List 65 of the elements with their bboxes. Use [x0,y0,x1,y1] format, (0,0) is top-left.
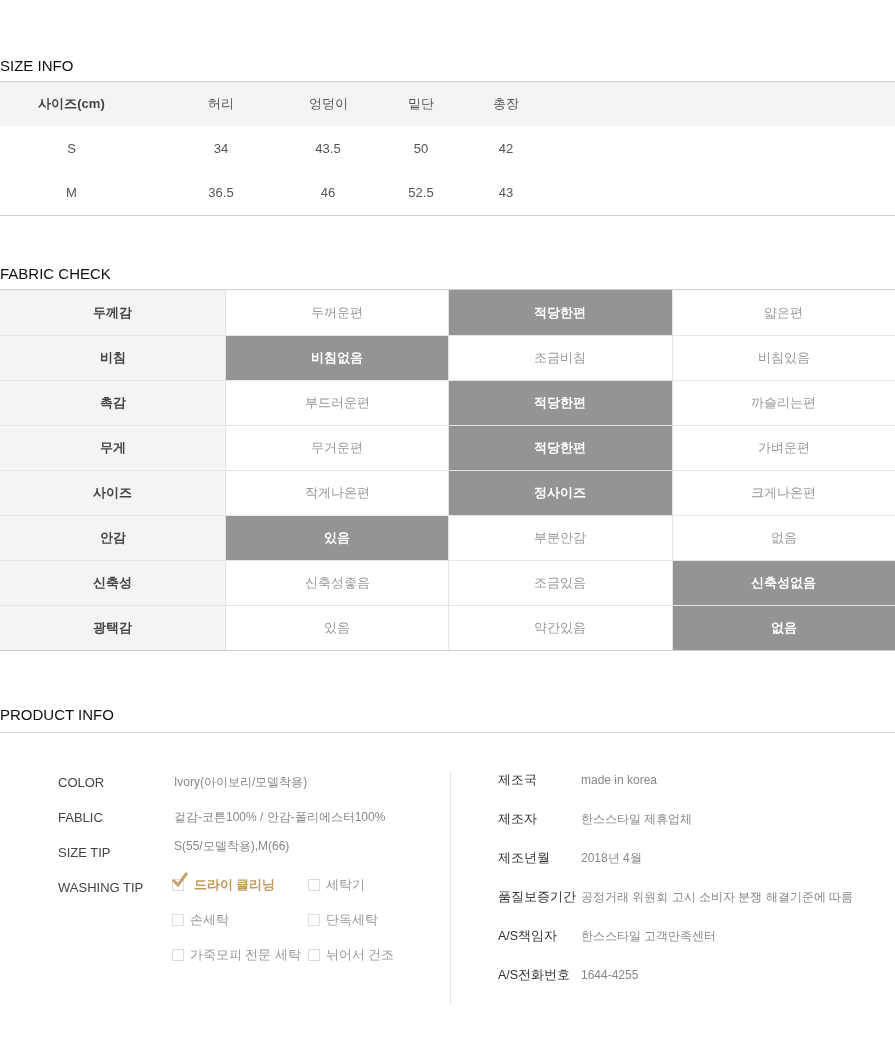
checkbox[interactable] [308,914,320,926]
option-cell: 있음 [225,516,449,560]
column-header: 밑단 [407,95,435,114]
detail-label: 품질보증기간 [498,889,577,906]
washing-option: 손세탁 [190,910,229,930]
washing-option: 뉘어서 건조 [326,945,395,965]
section-title: SIZE INFO [0,56,75,76]
detail-value: 공정거래 위원회 고시 소비자 분쟁 해결기준에 따름 [581,889,853,906]
detail-label: 제조년월 [498,850,551,867]
washing-option: 세탁기 [326,875,365,895]
checkbox[interactable] [172,914,184,926]
spec-value: Ivory(아이보리/모델착용) [174,774,308,791]
option-cell: 적당한편 [448,381,672,425]
spec-label: WASHING TIP [58,879,145,897]
option-cell: 정사이즈 [448,471,672,515]
detail-value: 한스스타일 제휴업체 [581,811,693,828]
spec-value: 겉감-코튼100% / 안감-폴리에스터100% [174,809,386,826]
section-title: PRODUCT INFO [0,705,895,733]
table-cell-text: 50 [412,139,430,158]
option-cell: 없음 [671,606,895,650]
table-cell-text: S [66,139,77,158]
row-header: 광택감 [0,606,225,650]
detail-label: A/S전화번호 [498,967,572,984]
row-header: 비침 [0,336,225,380]
column-header: 허리 [207,95,235,114]
option-cell: 적당한편 [448,426,672,470]
table-cell-text: 43 [497,184,515,202]
detail-value: 1644-4255 [581,967,639,984]
row-header: 안감 [0,516,225,560]
row-header: 촉감 [0,381,225,425]
checkbox[interactable] [308,949,320,961]
table-cell-text: 36.5 [207,184,235,202]
table-cell-text: 43.5 [314,139,342,158]
section-title: FABRIC CHECK [0,264,112,284]
spec-label: COLOR [58,774,106,792]
option-cell: 비침없음 [225,336,449,380]
column-header: 총장 [492,95,520,114]
column-header: 사이즈(cm) [37,95,106,114]
column-header: 엉덩이 [307,95,349,114]
washing-option: 단독세탁 [326,910,378,930]
row-header: 사이즈 [0,471,225,515]
checkbox[interactable] [172,949,184,961]
table-cell-text: 34 [212,139,230,158]
washing-option: 가죽모피 전문 세탁 [190,945,301,965]
table-cell-text: 42 [497,139,515,158]
row-header: 두께감 [0,290,225,335]
detail-label: 제조자 [498,811,538,828]
spec-value: S(55/모델착용),M(66) [174,838,290,855]
option-cell: 신축성없음 [671,561,895,605]
row-header: 무게 [0,426,225,470]
detail-label: A/S책임자 [498,928,559,945]
table-cell-text: 52.5 [407,184,435,202]
table-cell-text: 46 [319,184,337,202]
spec-label: FABLIC [58,809,104,827]
table-cell-text: M [65,184,78,202]
detail-value: made in korea [581,772,658,789]
detail-value: 한스스타일 고객만족센터 [581,928,717,945]
detail-label: 제조국 [498,772,538,789]
washing-option: 드라이 클리닝 [194,875,276,895]
checkbox[interactable] [308,879,320,891]
detail-value: 2018년 4월 [581,850,642,867]
option-cell: 적당한편 [448,290,672,335]
check-icon [172,872,188,888]
spec-label: SIZE TIP [58,844,112,862]
row-header: 신축성 [0,561,225,605]
